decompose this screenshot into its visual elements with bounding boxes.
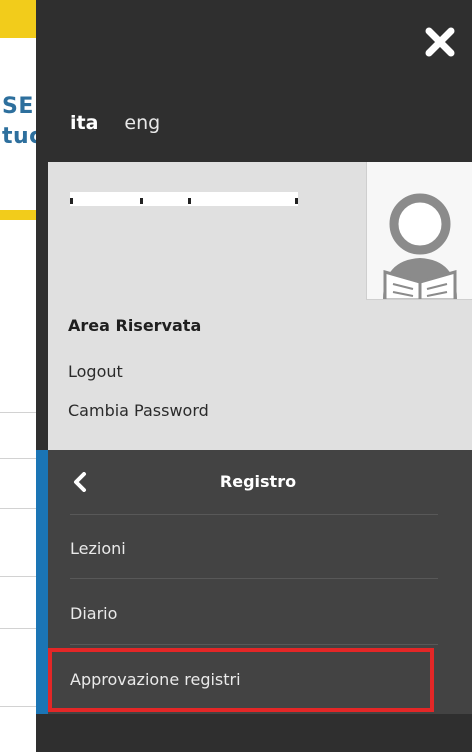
highlight-annotation-box xyxy=(48,648,434,712)
menu-item-lezioni[interactable]: Lezioni xyxy=(70,539,126,558)
side-menu-panel: ita eng Area Riservata Logout Cambia Pas… xyxy=(36,0,472,752)
logout-link[interactable]: Logout xyxy=(68,362,123,381)
reserved-area-title: Area Riservata xyxy=(68,316,202,335)
submenu-divider xyxy=(70,514,438,515)
change-password-link[interactable]: Cambia Password xyxy=(68,401,209,420)
avatar xyxy=(366,162,472,300)
panel-footer xyxy=(36,714,472,752)
close-button[interactable] xyxy=(422,24,458,60)
username-redacted xyxy=(70,192,298,206)
submenu-divider xyxy=(70,578,438,579)
user-area: Area Riservata Logout Cambia Password xyxy=(48,162,472,450)
menu-item-diario[interactable]: Diario xyxy=(70,604,117,623)
reader-avatar-icon xyxy=(383,193,457,299)
submenu-accent-bar xyxy=(36,450,48,714)
language-switcher: ita eng xyxy=(70,112,160,134)
back-button[interactable] xyxy=(72,472,88,492)
chevron-left-icon xyxy=(74,472,86,492)
submenu-title: Registro xyxy=(219,472,297,491)
language-ita[interactable]: ita xyxy=(70,112,98,134)
submenu-header: Registro xyxy=(48,450,472,514)
background-header-text: SE xyxy=(2,94,34,119)
submenu-divider xyxy=(70,644,438,645)
language-eng[interactable]: eng xyxy=(124,112,160,134)
close-icon xyxy=(425,27,455,57)
registro-submenu: Registro Lezioni Diario Approvazione reg… xyxy=(36,450,472,714)
